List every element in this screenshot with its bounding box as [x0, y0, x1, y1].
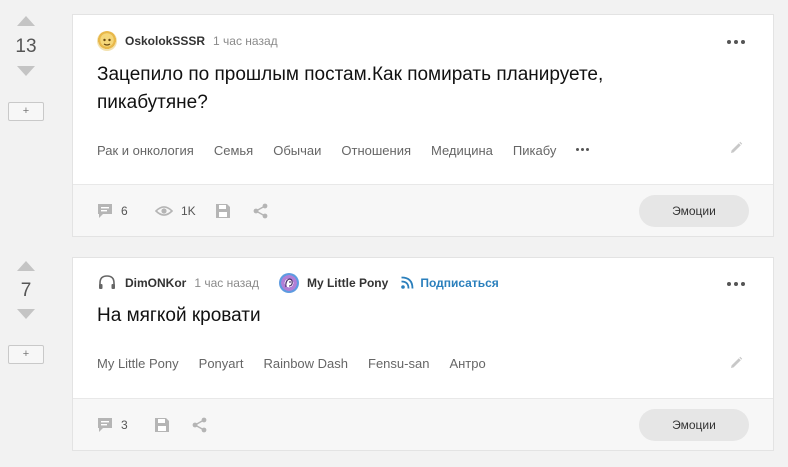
post-time: 1 час назад: [213, 34, 278, 48]
story-title[interactable]: На мягкой кровати: [97, 302, 693, 330]
emotions-button[interactable]: Эмоции: [639, 195, 749, 227]
pony-community-icon: [285, 278, 293, 288]
downvote-arrow-icon[interactable]: [17, 66, 35, 76]
emotions-button[interactable]: Эмоции: [639, 409, 749, 441]
comments-count: 6: [121, 204, 128, 218]
eye-icon: [155, 206, 173, 216]
story-title[interactable]: Зацепило по прошлым постам.Как помирать …: [97, 61, 693, 117]
story-header: OskolokSSSR 1 час назад: [97, 31, 298, 51]
rating-counter: 13: [15, 36, 37, 57]
tag-item[interactable]: My Little Pony: [97, 356, 179, 371]
pencil-icon[interactable]: [729, 141, 743, 155]
comments-button[interactable]: 6: [97, 203, 128, 219]
tag-item[interactable]: Антро: [449, 356, 485, 371]
story-1: 13 + OskolokSSSR 1 час назад Зацепило по…: [0, 0, 788, 237]
story-card: DimONKor 1 час назад My Little Pony Подп…: [72, 257, 774, 451]
comments-button[interactable]: 3: [97, 417, 128, 433]
subscribe-label: Подписаться: [420, 276, 499, 290]
tag-item[interactable]: Fensu-san: [368, 356, 429, 371]
author-name[interactable]: DimONKor: [125, 276, 186, 290]
tag-item[interactable]: Рак и онкология: [97, 143, 194, 158]
story-footer: 3 Эмоции: [73, 398, 773, 450]
rating-counter: 7: [20, 280, 32, 301]
author-name[interactable]: OskolokSSSR: [125, 34, 205, 48]
story-header: DimONKor 1 час назад My Little Pony Подп…: [97, 273, 499, 293]
comment-icon: [98, 204, 112, 218]
views-count: 1K: [181, 204, 196, 218]
more-icon[interactable]: [727, 281, 745, 287]
story-2: 7 + DimONKor 1 час назад My Little Pony: [0, 247, 788, 452]
expand-rating-button[interactable]: +: [8, 345, 44, 364]
save-icon[interactable]: [214, 202, 232, 220]
community-name[interactable]: My Little Pony: [307, 276, 388, 290]
tag-item[interactable]: Семья: [214, 143, 253, 158]
comments-count: 3: [121, 418, 128, 432]
share-icon[interactable]: [252, 202, 270, 220]
tag-list: Рак и онкология Семья Обычаи Отношения М…: [97, 141, 590, 159]
rss-icon: [401, 276, 414, 289]
views-counter: 1K: [155, 203, 196, 219]
author-avatar[interactable]: [97, 273, 117, 293]
tag-item[interactable]: Отношения: [341, 143, 411, 158]
expand-rating-button[interactable]: +: [8, 102, 44, 121]
more-tags-icon[interactable]: [576, 148, 590, 152]
subscribe-button[interactable]: Подписаться: [400, 276, 499, 290]
comment-icon: [98, 418, 112, 432]
tag-item[interactable]: Ponyart: [199, 356, 244, 371]
share-icon[interactable]: [191, 416, 209, 434]
tag-item[interactable]: Обычаи: [273, 143, 321, 158]
downvote-arrow-icon[interactable]: [17, 309, 35, 319]
pencil-icon[interactable]: [729, 356, 743, 370]
more-icon[interactable]: [727, 39, 745, 45]
save-icon[interactable]: [153, 416, 171, 434]
community-avatar[interactable]: [278, 273, 299, 293]
tag-item[interactable]: Пикабу: [513, 143, 556, 158]
headphones-avatar-icon: [99, 275, 115, 289]
story-footer: 6 1K Эмоции: [73, 184, 773, 236]
tag-item[interactable]: Rainbow Dash: [263, 356, 348, 371]
post-time: 1 час назад: [194, 276, 259, 290]
upvote-arrow-icon[interactable]: [17, 16, 35, 26]
upvote-arrow-icon[interactable]: [17, 261, 35, 271]
author-avatar[interactable]: [97, 31, 117, 51]
tag-list: My Little Pony Ponyart Rainbow Dash Fens…: [97, 354, 506, 372]
story-card: OskolokSSSR 1 час назад Зацепило по прош…: [72, 14, 774, 237]
tag-item[interactable]: Медицина: [431, 143, 493, 158]
avatar-face-icon: [103, 38, 111, 46]
